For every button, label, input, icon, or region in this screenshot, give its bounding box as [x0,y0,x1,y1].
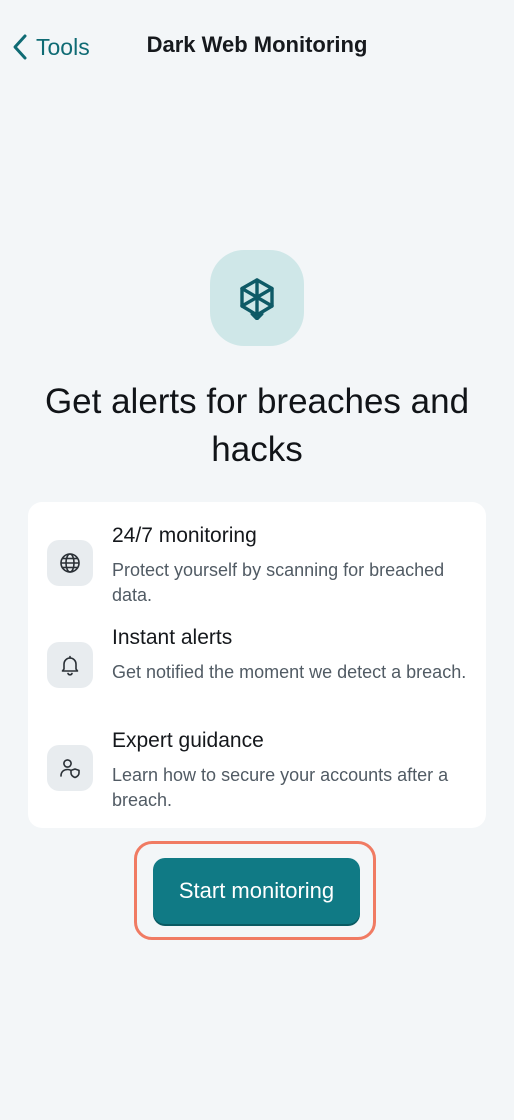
page-title: Dark Web Monitoring [146,32,368,57]
features-card: 24/7 monitoring Protect yourself by scan… [28,502,486,828]
feature-title: Instant alerts [112,626,233,649]
globe-icon [47,540,93,586]
feature-title: 24/7 monitoring [112,524,257,547]
top-bar: Tools Dark Web Monitoring [0,0,514,94]
feature-description: Protect yourself by scanning for breache… [112,560,445,605]
feature-title: Expert guidance [112,729,264,752]
headline: Get alerts for breaches and hacks [44,382,470,469]
user-shield-icon [47,745,93,791]
start-monitoring-button[interactable]: Start monitoring [153,858,360,924]
feature-description: Learn how to secure your accounts after … [112,765,449,810]
feature-description: Get notified the moment we detect a brea… [112,662,467,682]
cube-shield-icon [210,250,304,346]
bell-icon [47,642,93,688]
